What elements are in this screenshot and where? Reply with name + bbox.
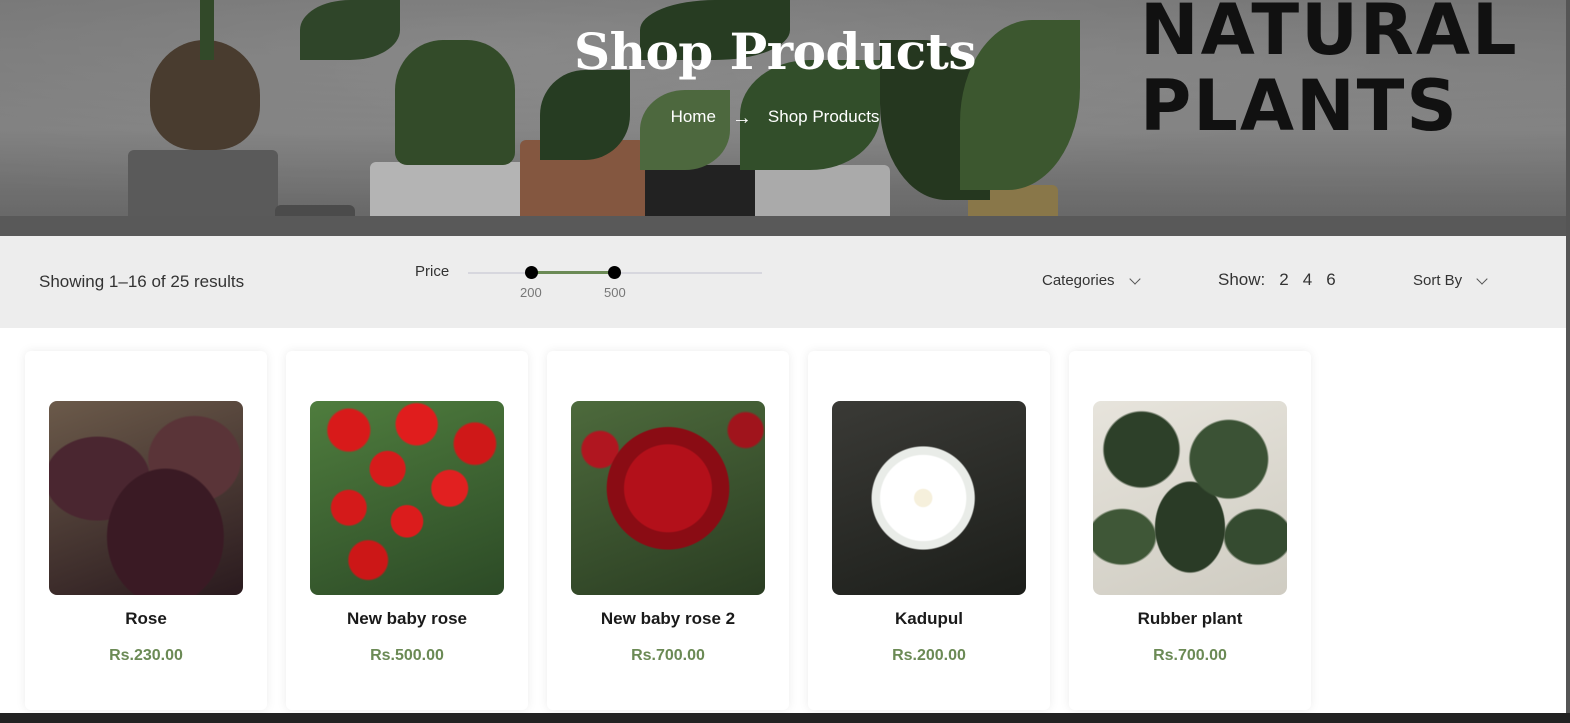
product-image[interactable]: [832, 401, 1026, 595]
breadcrumb-current: Shop Products: [767, 107, 880, 126]
product-card[interactable]: Rose Rs.230.00: [25, 351, 267, 710]
product-card[interactable]: Kadupul Rs.200.00: [808, 351, 1050, 710]
taskbar-strip: [0, 713, 1570, 723]
product-price: Rs.700.00: [631, 647, 705, 664]
product-card[interactable]: New baby rose Rs.500.00: [286, 351, 528, 710]
product-price: Rs.700.00: [1153, 647, 1227, 664]
price-slider-max-handle[interactable]: [608, 266, 621, 279]
arrow-right-icon: →: [731, 107, 752, 129]
product-name[interactable]: Kadupul: [808, 609, 1050, 629]
product-name[interactable]: New baby rose 2: [547, 609, 789, 629]
product-price: Rs.200.00: [892, 647, 966, 664]
results-count: Showing 1–16 of 25 results: [39, 272, 245, 291]
product-image[interactable]: [571, 401, 765, 595]
product-image[interactable]: [49, 401, 243, 595]
show-option-6[interactable]: 6: [1326, 270, 1335, 290]
show-option-4[interactable]: 4: [1303, 270, 1312, 290]
hero-headline-line-2: PLANTS: [1140, 65, 1459, 147]
show-per-page: Show: 2 4 6: [1218, 270, 1336, 290]
product-name[interactable]: New baby rose: [286, 609, 528, 629]
hero-headline-line-1: NATURAL: [1140, 0, 1519, 71]
product-image[interactable]: [310, 401, 504, 595]
price-label: Price: [415, 263, 450, 280]
product-image[interactable]: [1093, 401, 1287, 595]
price-min-value: 200: [520, 285, 542, 300]
sort-by-dropdown[interactable]: Sort By: [1413, 272, 1488, 289]
price-slider-min-handle[interactable]: [525, 266, 538, 279]
product-name[interactable]: Rubber plant: [1069, 609, 1311, 629]
product-price: Rs.230.00: [109, 647, 183, 664]
categories-label: Categories: [1042, 272, 1115, 289]
breadcrumb-home-link[interactable]: Home: [671, 107, 716, 127]
product-card[interactable]: New baby rose 2 Rs.700.00: [547, 351, 789, 710]
chevron-down-icon: [1476, 272, 1488, 285]
categories-dropdown[interactable]: Categories: [1042, 272, 1141, 289]
sort-by-label: Sort By: [1413, 272, 1463, 289]
product-price: Rs.500.00: [370, 647, 444, 664]
show-label: Show:: [1218, 270, 1266, 289]
hero-banner: Shop Products Home → Shop Products NATUR…: [0, 0, 1566, 236]
chevron-down-icon: [1128, 272, 1141, 285]
price-slider-range: [531, 271, 615, 274]
window-edge: [1566, 0, 1570, 713]
show-option-2[interactable]: 2: [1279, 270, 1288, 290]
product-name[interactable]: Rose: [25, 609, 267, 629]
price-max-value: 500: [604, 285, 626, 300]
product-card[interactable]: Rubber plant Rs.700.00: [1069, 351, 1311, 710]
